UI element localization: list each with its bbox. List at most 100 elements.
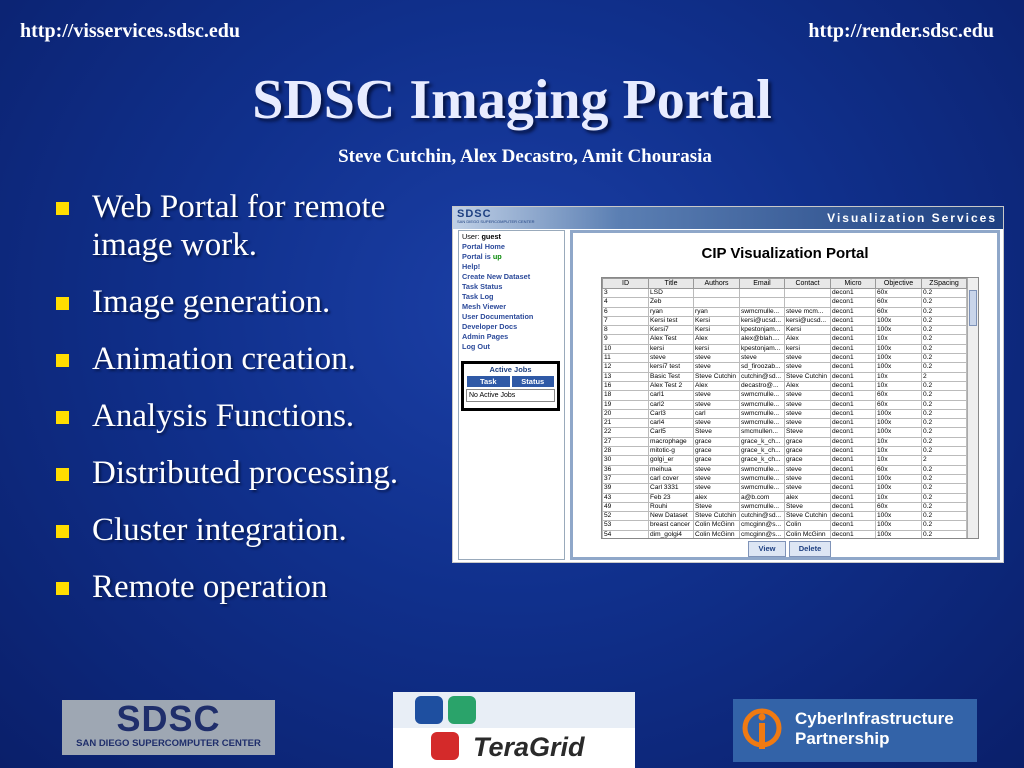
table-cell: alex@blah.... bbox=[739, 334, 785, 345]
portal-header: SDSC SAN DIEGO SUPERCOMPUTER CENTER Visu… bbox=[453, 207, 1003, 229]
table-cell: 0.2 bbox=[921, 343, 967, 355]
table-cell: 54 bbox=[602, 529, 649, 538]
table-row[interactable]: 27 macrophage grace grace_k_ch... grace decon… bbox=[602, 436, 967, 448]
nav-log-out[interactable]: Log Out bbox=[462, 342, 561, 352]
table-row[interactable]: 11 steve steve steve steve decon1 100x 0.2 bbox=[602, 353, 967, 364]
table-row[interactable]: 16 Alex Test 2 Alex decastro@... Alex decon1 1… bbox=[602, 380, 967, 392]
table-cell: steve bbox=[784, 399, 831, 410]
table-cell: 9 bbox=[602, 334, 649, 345]
jobs-col-task[interactable]: Task bbox=[466, 375, 511, 388]
nav-mesh-viewer[interactable]: Mesh Viewer bbox=[462, 302, 561, 312]
table-cell: 100x bbox=[875, 343, 922, 355]
table-row[interactable]: 10 kersi kersi kpestonjam... kersi decon1 100x… bbox=[602, 343, 967, 355]
slide-authors: Steve Cutchin, Alex Decastro, Amit Chour… bbox=[338, 146, 712, 167]
portal-sidebar: User: guest Portal Home Portal is up Hel… bbox=[458, 230, 565, 560]
table-row[interactable]: 3 LSD decon1 60x 0.2 bbox=[602, 287, 967, 299]
table-cell: 100x bbox=[875, 408, 922, 420]
nav-task-log[interactable]: Task Log bbox=[462, 292, 561, 302]
table-row[interactable]: 21 carl4 steve swmcmulle... steve decon1 100x 0… bbox=[602, 418, 967, 429]
table-row[interactable]: 36 meihua steve swmcmulle... steve decon1 60x 0… bbox=[602, 464, 967, 475]
table-cell: carl cover bbox=[648, 473, 694, 485]
table-row[interactable]: 30 golgi_er grace grace_k_ch... grace decon1 1… bbox=[602, 455, 967, 466]
nav-task-status[interactable]: Task Status bbox=[462, 282, 561, 292]
table-cell: 19 bbox=[602, 399, 649, 410]
nav-portal-home[interactable]: Portal Home bbox=[462, 242, 561, 252]
table-row[interactable]: 18 carl1 steve swmcmulle... steve decon1 60x 0.… bbox=[602, 390, 967, 401]
nav-help[interactable]: Help! bbox=[462, 262, 561, 272]
url-visservices[interactable]: http://visservices.sdsc.edu bbox=[20, 20, 240, 43]
bullet-square-icon bbox=[56, 202, 69, 215]
table-cell: grace bbox=[693, 436, 740, 448]
table-row[interactable]: 28 mitotic-g grace grace_k_ch... grace decon1… bbox=[602, 446, 967, 457]
table-row[interactable]: 4 Zeb decon1 60x 0.2 bbox=[602, 297, 967, 308]
table-cell: 0.2 bbox=[921, 492, 967, 503]
table-cell: kersi7 test bbox=[648, 362, 694, 373]
table-cell: 2 bbox=[921, 371, 967, 382]
table-cell: decon1 bbox=[830, 408, 876, 420]
table-header-cell[interactable]: Authors bbox=[693, 278, 740, 289]
table-header-cell[interactable]: Email bbox=[739, 278, 785, 289]
table-header-cell[interactable]: Objective bbox=[875, 278, 922, 289]
table-row[interactable]: 37 carl cover steve swmcmulle... steve decon1… bbox=[602, 473, 967, 485]
table-row[interactable]: 22 Carl5 Steve smcmullen... Steve decon1 100x 0… bbox=[602, 427, 967, 438]
table-cell: 0.2 bbox=[921, 315, 967, 327]
table-header-cell[interactable]: Micro bbox=[830, 278, 876, 289]
table-row[interactable]: 8 Kersi7 Kersi kpestonjam... Kersi decon1 100x… bbox=[602, 325, 967, 336]
table-cell: Zeb bbox=[648, 297, 694, 308]
bullet-text: Web Portal for remote image work. bbox=[92, 189, 386, 263]
table-row[interactable]: 53 breast cancer Colin McGinn cmcginn@s... C… bbox=[602, 520, 967, 531]
bullet-item: Web Portal for remote image work. bbox=[52, 188, 452, 264]
jobs-col-status[interactable]: Status bbox=[510, 375, 555, 388]
table-scroll-thumb[interactable] bbox=[969, 290, 977, 326]
nav-user-docs[interactable]: User Documentation bbox=[462, 312, 561, 322]
bullet-square-icon bbox=[56, 582, 69, 595]
active-jobs-header: Task Status bbox=[466, 375, 555, 388]
table-row[interactable]: 19 carl2 steve swmcmulle... steve decon1 60x 0.… bbox=[602, 399, 967, 410]
table-row[interactable]: 6 ryan ryan swmcmulle... steve mcm... decon1 6… bbox=[602, 306, 967, 317]
table-row[interactable]: 54 dim_golgi4 Colin McGinn cmcginn@s... Coli… bbox=[602, 529, 967, 538]
nav-portal-status-label: Portal is bbox=[462, 252, 491, 261]
table-header-cell[interactable]: Contact bbox=[784, 278, 831, 289]
table-cell: 0.2 bbox=[921, 520, 967, 531]
bullet-square-icon bbox=[56, 354, 69, 367]
table-cell: 43 bbox=[602, 492, 649, 503]
table-cell: sd_firoozab... bbox=[739, 362, 785, 373]
table-cell: Rouhi bbox=[648, 501, 694, 513]
table-cell: 60x bbox=[875, 297, 922, 308]
table-cell: decon1 bbox=[830, 501, 876, 513]
table-header-cell[interactable]: ID bbox=[602, 278, 649, 289]
delete-button[interactable]: Delete bbox=[789, 541, 831, 557]
table-cell: 28 bbox=[602, 446, 649, 457]
table-row[interactable]: 49 Rouhi Steve swmcmulle... Steve decon1 60x 0.… bbox=[602, 501, 967, 513]
table-cell: steve bbox=[784, 408, 831, 420]
table-cell: 0.2 bbox=[921, 511, 967, 522]
view-button[interactable]: View bbox=[748, 541, 786, 557]
nav-create-dataset[interactable]: Create New Dataset bbox=[462, 272, 561, 282]
download-icon bbox=[415, 696, 443, 724]
table-cell: Alex bbox=[784, 380, 831, 392]
table-cell: steve bbox=[693, 353, 740, 364]
table-cell: Colin bbox=[784, 520, 831, 531]
nav-portal-status[interactable]: Portal is up bbox=[462, 252, 561, 262]
bullet-text: Remote operation bbox=[92, 569, 328, 605]
table-scrollbar[interactable] bbox=[967, 278, 978, 538]
table-cell: decon1 bbox=[830, 390, 876, 401]
table-row[interactable]: 7 Kersi test Kersi kersi@ucsd... kersi@ucsd.… bbox=[602, 315, 967, 327]
table-row[interactable]: 20 Carl3 carl swmcmulle... steve decon1 100x 0.… bbox=[602, 408, 967, 420]
table-row[interactable]: 52 New Dataset Steve Cutchin cutchin@sd... S… bbox=[602, 511, 967, 522]
table-cell: 0.2 bbox=[921, 427, 967, 438]
url-render[interactable]: http://render.sdsc.edu bbox=[808, 20, 994, 43]
table-row[interactable]: 13 Basic Test Steve Cutchin cutchin@sd... St… bbox=[602, 371, 967, 382]
table-cell: Carl5 bbox=[648, 427, 694, 438]
table-cell bbox=[784, 287, 831, 299]
table-row[interactable]: 43 Feb 23 alex a@b.com alex decon1 10x 0.2 bbox=[602, 492, 967, 503]
table-row[interactable]: 39 Carl 3331 steve swmcmulle... steve decon1 1… bbox=[602, 483, 967, 494]
table-header-cell[interactable]: ZSpacing bbox=[921, 278, 967, 289]
table-cell: cutchin@sd... bbox=[739, 371, 785, 382]
bullet-text: Image generation. bbox=[92, 284, 331, 320]
nav-admin-pages[interactable]: Admin Pages bbox=[462, 332, 561, 342]
table-row[interactable]: 12 kersi7 test steve sd_firoozab... steve dec… bbox=[602, 362, 967, 373]
nav-developer-docs[interactable]: Developer Docs bbox=[462, 322, 561, 332]
table-row[interactable]: 9 Alex Test Alex alex@blah.... Alex decon1 10x… bbox=[602, 334, 967, 345]
table-header-cell[interactable]: Title bbox=[648, 278, 694, 289]
